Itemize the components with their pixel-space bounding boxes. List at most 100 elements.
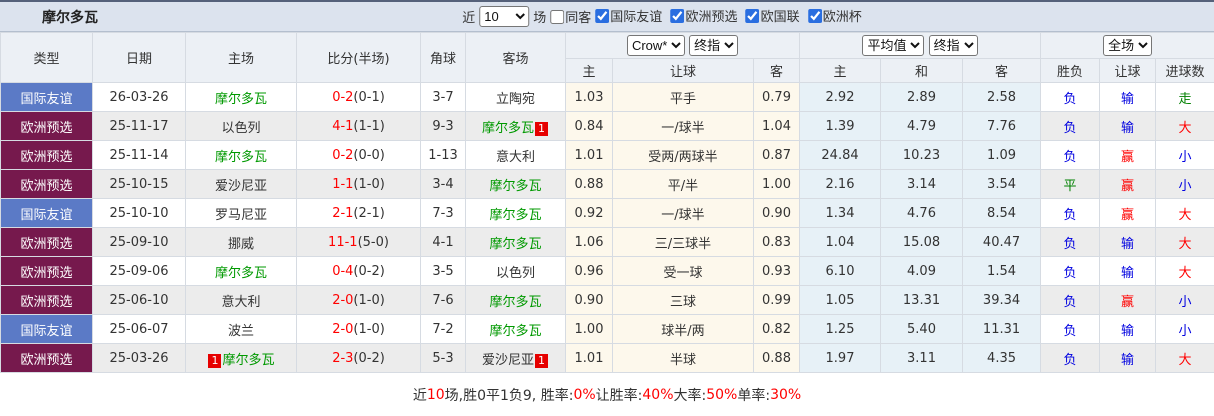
corner-score: 7-2	[420, 314, 466, 344]
summary-segment: 0%	[573, 386, 596, 403]
summary-segment: 近	[412, 387, 427, 404]
full-time-score: 0-2	[332, 147, 354, 163]
eu-away-odds: 40.47	[962, 227, 1042, 257]
handicap-result: 输	[1099, 111, 1157, 141]
topbar-controls: 近 10 场 同客 国际友谊 欧洲预选 欧国联 欧洲杯	[462, 6, 862, 27]
ah-away-odds: 0.90	[752, 198, 801, 228]
competition-badge: 欧洲预选	[0, 285, 93, 315]
league-label: 欧洲杯	[822, 10, 862, 26]
wdl-result: 负	[1040, 285, 1101, 315]
summary-segment: 场,胜0平1负9, 胜率:	[444, 387, 574, 404]
euro-type-select[interactable]: 平均值	[862, 35, 925, 56]
wdl-result: 负	[1040, 314, 1101, 344]
handicap-line: 三球	[612, 285, 754, 315]
ah-home-odds: 1.00	[565, 314, 613, 344]
match-date: 25-09-10	[92, 227, 186, 257]
half-time-score: (1-1)	[353, 118, 385, 134]
ah-home-odds: 0.96	[565, 256, 613, 286]
euro-time-select[interactable]: 终指	[928, 35, 978, 56]
col-eu-draw: 和	[880, 58, 964, 83]
full-time-score: 2-0	[332, 292, 354, 308]
match-count-select[interactable]: 10	[479, 6, 530, 27]
handicap-result: 输	[1099, 227, 1157, 257]
competition-badge: 欧洲预选	[0, 111, 93, 141]
summary-line: 近 10 场,胜0平1负9, 胜率: 0% 让胜率: 40% 大率: 50% 单率: 30%	[0, 373, 1214, 416]
league-filter[interactable]: 欧洲预选	[666, 6, 737, 25]
matches-table: 类型 日期 主场 比分(半场) 角球 客场 Crow* 终指 平均值 终指 全场	[0, 32, 1214, 373]
table-row: 欧洲预选 25-03-26 1 摩尔多瓦 2-3(0-2) 5-3 爱沙尼亚 1 1…	[0, 343, 1214, 373]
match-date: 25-03-26	[92, 343, 186, 373]
handicap-result: 输	[1099, 82, 1157, 112]
league-filter[interactable]: 欧洲杯	[804, 6, 862, 25]
half-time-score: (1-0)	[353, 321, 385, 337]
eu-draw-odds: 15.08	[880, 227, 964, 257]
bookmaker-select[interactable]: Crow*	[626, 35, 685, 56]
games-label: 场	[533, 11, 547, 26]
half-time-score: (5-0)	[357, 234, 389, 250]
ah-home-odds: 1.01	[565, 140, 613, 170]
col-eu-away: 客	[962, 58, 1042, 83]
col-type: 类型	[0, 32, 93, 83]
ah-away-odds: 0.82	[752, 314, 801, 344]
handicap-line: 平/半	[612, 169, 754, 199]
wdl-result: 负	[1040, 256, 1101, 286]
ah-home-odds: 0.92	[565, 198, 613, 228]
handicap-result: 输	[1099, 256, 1157, 286]
competition-badge: 欧洲预选	[0, 343, 93, 373]
ah-time-select[interactable]: 终指	[689, 35, 739, 56]
ah-home-odds: 1.01	[565, 343, 613, 373]
eu-draw-odds: 2.89	[880, 82, 964, 112]
full-time-score: 0-2	[332, 89, 354, 105]
competition-badge: 欧洲预选	[0, 256, 93, 286]
scope-select[interactable]: 全场	[1103, 35, 1153, 56]
table-row: 国际友谊 25-10-10 罗马尼亚 2-1(2-1) 7-3 摩尔多瓦 0.9…	[0, 198, 1214, 228]
home-team: 摩尔多瓦	[214, 265, 267, 281]
same-away-checkbox[interactable]	[550, 9, 565, 24]
ah-home-odds: 1.06	[565, 227, 613, 257]
ah-away-odds: 1.04	[752, 111, 801, 141]
match-date: 25-11-14	[92, 140, 186, 170]
full-time-score: 11-1	[328, 234, 358, 250]
col-score: 比分(半场)	[296, 32, 421, 83]
corner-score: 9-3	[420, 111, 466, 141]
same-away-filter[interactable]: 同客	[546, 7, 591, 26]
eu-draw-odds: 4.09	[880, 256, 964, 286]
table-row: 欧洲预选 25-06-10 意大利 2-0(1-0) 7-6 摩尔多瓦 0.90…	[0, 285, 1214, 315]
league-checkbox[interactable]	[807, 8, 822, 23]
wdl-result: 负	[1040, 82, 1101, 112]
competition-badge: 欧洲预选	[0, 140, 93, 170]
league-checkbox[interactable]	[595, 8, 610, 23]
home-team: 意大利	[221, 294, 261, 310]
match-date: 25-06-10	[92, 285, 186, 315]
eu-away-odds: 8.54	[962, 198, 1042, 228]
league-checkbox[interactable]	[745, 8, 760, 23]
summary-segment: 40%	[642, 386, 674, 403]
full-time-score: 2-3	[332, 350, 354, 366]
league-filters: 国际友谊 欧洲预选 欧国联 欧洲杯	[591, 6, 862, 27]
table-row: 欧洲预选 25-09-10 挪威 11-1(5-0) 4-1 摩尔多瓦 1.06…	[0, 227, 1214, 257]
corner-score: 7-3	[420, 198, 466, 228]
home-team: 挪威	[227, 236, 254, 252]
match-table-body: 国际友谊 26-03-26 摩尔多瓦 0-2(0-1) 3-7 立陶宛 1.03…	[0, 82, 1214, 373]
eu-draw-odds: 5.40	[880, 314, 964, 344]
eu-home-odds: 6.10	[799, 256, 882, 286]
half-time-score: (0-0)	[353, 147, 385, 163]
ah-home-odds: 0.84	[565, 111, 613, 141]
corner-score: 5-3	[420, 343, 466, 373]
summary-segment: 大率:	[673, 387, 707, 404]
league-filter[interactable]: 国际友谊	[591, 6, 662, 25]
ah-away-odds: 0.79	[752, 82, 801, 112]
match-date: 25-10-15	[92, 169, 186, 199]
col-eu-home: 主	[799, 58, 882, 83]
eu-away-odds: 11.31	[962, 314, 1042, 344]
corner-score: 7-6	[420, 285, 466, 315]
away-team: 摩尔多瓦	[489, 294, 542, 310]
away-team: 立陶宛	[495, 91, 535, 107]
summary-segment: 50%	[706, 386, 738, 403]
league-checkbox[interactable]	[670, 8, 685, 23]
eu-draw-odds: 4.76	[880, 198, 964, 228]
league-filter[interactable]: 欧国联	[742, 6, 800, 25]
handicap-line: 三/三球半	[612, 227, 754, 257]
full-time-score: 4-1	[332, 118, 354, 134]
away-rank-badge: 1	[535, 121, 548, 136]
